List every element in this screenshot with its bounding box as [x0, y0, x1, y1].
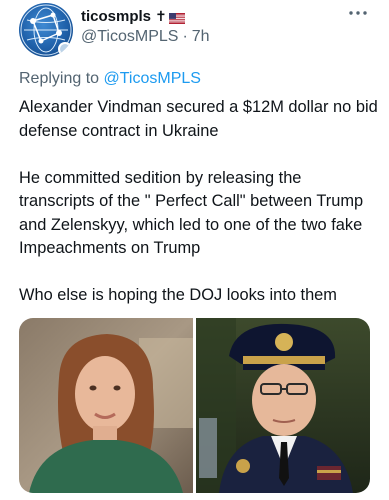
more-options-icon[interactable] [347, 6, 369, 18]
tweet-card: ticosmpls ✝ @TicosMPLS · 7h Replying to … [0, 0, 389, 500]
cross-emoji: ✝ [155, 8, 167, 24]
tweet-paragraph: Who else is hoping the DOJ looks into th… [19, 286, 337, 304]
reply-context: Replying to @TicosMPLS [19, 70, 201, 88]
handle-row: @TicosMPLS · 7h [81, 28, 361, 46]
us-flag-icon [168, 11, 185, 24]
user-handle[interactable]: @TicosMPLS [81, 28, 178, 46]
tweet-header: ticosmpls ✝ @TicosMPLS · 7h [81, 6, 361, 46]
separator-dot: · [182, 28, 188, 45]
name-row: ticosmpls ✝ [81, 6, 361, 26]
tweet-paragraph: Alexander Vindman secured a $12M dollar … [19, 98, 378, 140]
globe-avatar-icon[interactable] [19, 3, 73, 57]
timestamp[interactable]: 7h [192, 28, 210, 46]
tweet-paragraph: He committed sedition by releasing the t… [19, 168, 364, 258]
reply-mention-link[interactable]: @TicosMPLS [104, 70, 201, 87]
tweet-media[interactable] [19, 318, 370, 493]
display-name[interactable]: ticosmpls [81, 8, 151, 25]
reply-prefix: Replying to [19, 70, 100, 87]
media-image [19, 318, 370, 493]
tweet-text: Alexander Vindman secured a $12M dollar … [19, 96, 379, 308]
